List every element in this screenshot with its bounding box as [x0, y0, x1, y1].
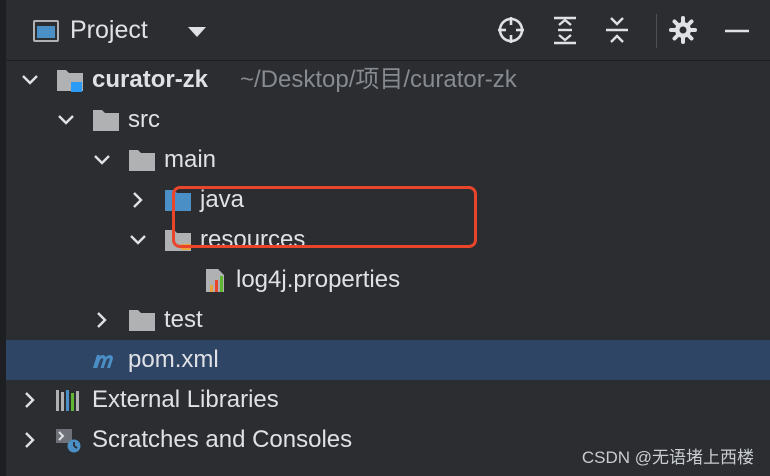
- libraries-icon: [56, 390, 79, 411]
- properties-file-icon: [206, 269, 224, 292]
- chevron-right-icon[interactable]: [20, 430, 40, 450]
- module-folder-icon: [57, 70, 83, 92]
- project-window-icon: [33, 20, 59, 42]
- chevron-down-icon[interactable]: [56, 110, 76, 130]
- chevron-right-icon[interactable]: [128, 190, 148, 210]
- chevron-right-icon[interactable]: [92, 310, 112, 330]
- tree-label-curator-zk: curator-zk: [92, 66, 209, 93]
- folder-icon: [129, 310, 155, 331]
- tree-row-test[interactable]: test: [6, 300, 770, 340]
- collapse-all-icon[interactable]: [602, 15, 632, 45]
- tree-label-src: src: [128, 106, 160, 133]
- scratches-icon: [56, 429, 81, 453]
- chevron-down-icon[interactable]: [128, 230, 148, 250]
- toolbar-separator: [656, 14, 657, 48]
- minimize-icon[interactable]: [722, 15, 752, 45]
- gear-icon[interactable]: [668, 15, 698, 45]
- locate-icon[interactable]: [496, 15, 526, 45]
- tree-label-main: main: [164, 146, 217, 173]
- tree-label-log4j-properties: log4j.properties: [236, 266, 401, 293]
- chevron-down-icon[interactable]: [92, 150, 112, 170]
- folder-icon: [93, 110, 119, 131]
- tree-row-external-libraries[interactable]: External Libraries: [6, 380, 770, 420]
- chevron-down-icon[interactable]: [20, 70, 40, 90]
- chevron-right-icon[interactable]: [20, 390, 40, 410]
- folder-icon: [129, 150, 155, 171]
- tree-root-path: ~/Desktop/项目/curator-zk: [240, 66, 517, 93]
- tree-label-pom-xml: pom.xml: [128, 346, 219, 373]
- project-tree: curator-zk ~/Desktop/项目/curator-zk src m…: [6, 60, 770, 476]
- highlight-annotation-box: [172, 186, 477, 248]
- tree-row-src[interactable]: src: [6, 100, 770, 140]
- tree-label-external-libraries: External Libraries: [92, 386, 279, 413]
- chevron-down-icon[interactable]: [188, 27, 206, 37]
- expand-all-icon[interactable]: [550, 15, 580, 45]
- project-panel-header: Project: [6, 0, 770, 61]
- tree-label-test: test: [164, 306, 203, 333]
- tree-label-scratches-and-consoles: Scratches and Consoles: [92, 426, 353, 453]
- project-view-title[interactable]: Project: [70, 16, 148, 45]
- tree-row-curator-zk[interactable]: curator-zk ~/Desktop/项目/curator-zk: [6, 60, 770, 100]
- tree-row-main[interactable]: main: [6, 140, 770, 180]
- tree-row-log4j-properties[interactable]: log4j.properties: [6, 260, 770, 300]
- maven-file-icon: [93, 355, 113, 368]
- tree-row-pom-xml[interactable]: pom.xml: [6, 340, 770, 380]
- watermark-text: CSDN @无语堵上西楼: [581, 448, 754, 467]
